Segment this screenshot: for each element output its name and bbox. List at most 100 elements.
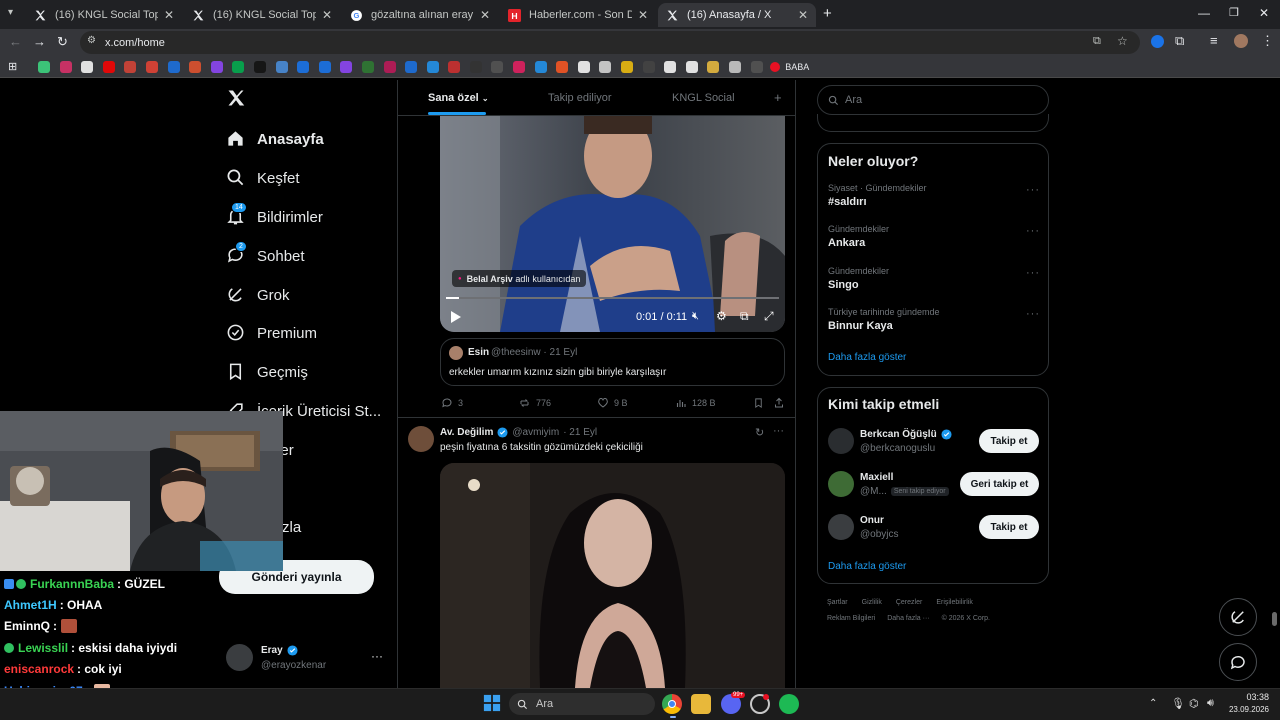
site-info-icon[interactable]: ⚙ — [87, 35, 96, 46]
fullscreen-icon[interactable]: ⤢ — [764, 309, 774, 324]
close-icon[interactable]: ✕ — [798, 8, 808, 22]
more-options-icon[interactable]: ··· — [1026, 267, 1040, 279]
repost-button[interactable]: 776 — [518, 397, 551, 409]
bookmark-favicon-icon[interactable] — [642, 60, 655, 73]
forward-icon[interactable]: → — [33, 34, 46, 49]
microphone-icon[interactable]: 🎙︎ — [1171, 697, 1185, 710]
minimize-icon[interactable]: — — [1198, 6, 1210, 20]
avatar[interactable] — [828, 471, 854, 497]
bookmark-favicon-icon[interactable] — [167, 60, 180, 73]
author-name[interactable]: Av. Değilim — [440, 427, 493, 438]
reload-icon[interactable]: ↻ — [57, 34, 68, 50]
bookmark-favicon-icon[interactable] — [426, 60, 439, 73]
bookmark-favicon-icon[interactable] — [189, 60, 202, 73]
play-icon[interactable] — [451, 311, 461, 323]
chrome-icon[interactable] — [662, 694, 682, 714]
bookmark-favicon-icon[interactable] — [685, 60, 698, 73]
clock-date[interactable]: 23.09.2026 — [1222, 705, 1269, 714]
tweet-media-image[interactable] — [440, 463, 785, 688]
quoted-tweet[interactable]: Esin @theesinw · 21 Eyl erkekler umarım … — [440, 338, 785, 386]
more-options-icon[interactable]: ··· — [773, 425, 784, 437]
bookmark-button[interactable] — [753, 397, 769, 409]
star-icon[interactable]: ☆ — [1117, 34, 1128, 48]
sidebar-item-chat[interactable]: Sohbet 2 — [226, 241, 305, 266]
footer-link[interactable]: Reklam Bilgileri — [827, 615, 875, 622]
bookmark-favicon-icon[interactable] — [297, 60, 310, 73]
extension-icon[interactable] — [1151, 35, 1164, 48]
network-icon[interactable]: ⌬ — [1189, 697, 1199, 710]
clock-time[interactable]: 03:38 — [1229, 692, 1269, 702]
show-more-trends-link[interactable]: Daha fazla göster — [828, 352, 906, 363]
avatar[interactable] — [828, 514, 854, 540]
spotify-icon[interactable] — [779, 694, 799, 714]
tab-following[interactable]: Takip ediliyor — [548, 92, 612, 104]
sidebar-item-grok[interactable]: Grok — [226, 285, 290, 305]
sidebar-item-premium[interactable]: Premium — [226, 323, 317, 343]
bookmark-favicon-icon[interactable] — [556, 60, 569, 73]
restore-icon[interactable]: ❐ — [1229, 6, 1239, 19]
tab-search-icon[interactable]: ▾ — [8, 7, 13, 18]
bookmark-favicon-icon[interactable] — [491, 60, 504, 73]
reply-button[interactable]: 3 — [441, 397, 463, 409]
bookmark-favicon-icon[interactable] — [232, 60, 245, 73]
tray-chevron-up-icon[interactable]: ⌃ — [1149, 698, 1157, 709]
avatar[interactable] — [828, 428, 854, 454]
bookmark-favicon-icon[interactable] — [145, 60, 158, 73]
file-explorer-icon[interactable] — [691, 694, 711, 714]
browser-tab[interactable]: (16) KNGL Social Topluluk / X ✕ — [26, 3, 182, 27]
bookmark-favicon-icon[interactable] — [124, 60, 137, 73]
sidebar-item-home[interactable]: Anasayfa — [226, 129, 324, 149]
bookmark-favicon-icon[interactable] — [577, 60, 590, 73]
bookmark-favicon-icon[interactable] — [361, 60, 374, 73]
messages-float-button[interactable] — [1219, 643, 1257, 681]
browser-tab[interactable]: H Haberler.com - Son Dakika Hab ✕ — [500, 3, 656, 27]
back-icon[interactable]: ← — [9, 34, 22, 49]
bookmark-favicon-icon[interactable] — [102, 60, 115, 73]
apps-grid-icon[interactable]: ⊞ — [8, 61, 20, 73]
address-bar[interactable]: ⚙ x.com/home ⧉ ☆ — [80, 31, 1140, 54]
author-handle[interactable]: @avmiyim — [512, 427, 559, 438]
grok-float-button[interactable] — [1219, 598, 1257, 636]
bookmark-favicon-icon[interactable] — [405, 60, 418, 73]
bookmark-favicon-icon[interactable] — [383, 60, 396, 73]
mute-icon[interactable]: 🔇︎ — [692, 310, 699, 323]
follow-button[interactable]: Takip et — [979, 429, 1039, 453]
follow-name[interactable]: Maxiell — [860, 472, 893, 483]
bookmark-favicon-icon[interactable] — [318, 60, 331, 73]
footer-link[interactable]: Şartlar — [827, 599, 848, 606]
bookmark-favicon-icon[interactable] — [513, 60, 526, 73]
settings-gear-icon[interactable]: ⚙ — [716, 309, 727, 323]
more-options-icon[interactable]: ··· — [1026, 308, 1040, 320]
close-icon[interactable]: ✕ — [164, 8, 174, 22]
more-options-icon[interactable]: ··· — [371, 649, 383, 663]
show-more-follow-link[interactable]: Daha fazla göster — [828, 561, 906, 572]
avatar[interactable] — [408, 426, 434, 452]
browser-tab[interactable]: (16) KNGL Social Topluluk / X ✕ — [184, 3, 340, 27]
share-button[interactable] — [773, 397, 790, 409]
search-box[interactable]: Ara — [817, 85, 1049, 115]
bookmark-favicon-icon[interactable] — [664, 60, 677, 73]
close-icon[interactable]: ✕ — [322, 8, 332, 22]
add-tab-icon[interactable]: + — [774, 90, 782, 105]
close-icon[interactable]: ✕ — [480, 8, 490, 22]
bookmark-favicon-icon[interactable] — [81, 60, 94, 73]
tab-for-you[interactable]: Sana özel ⌄ — [428, 92, 489, 104]
video-player[interactable]: ● Belal Arşiv adlı kullanıcıdan 0:01 / 0… — [440, 116, 785, 332]
more-options-icon[interactable]: ··· — [1026, 184, 1040, 196]
bookmark-favicon-icon[interactable] — [599, 60, 612, 73]
browser-tab[interactable]: G gözaltına alınan eray can özken ✕ — [342, 3, 498, 27]
like-button[interactable]: 9 B — [597, 397, 628, 409]
volume-icon[interactable]: 🔊︎ — [1207, 697, 1214, 710]
window-close-icon[interactable]: ✕ — [1259, 6, 1269, 20]
windows-start-icon[interactable] — [483, 694, 503, 714]
follow-name[interactable]: Berkcan Öğüşlü — [860, 429, 952, 440]
footer-link[interactable]: Daha fazla ··· — [887, 615, 929, 622]
sidebar-item-bell[interactable]: Bildirimler 14 — [226, 202, 323, 227]
install-app-icon[interactable]: ⧉ — [1093, 35, 1101, 48]
bookmark-favicon-icon[interactable] — [750, 60, 763, 73]
bookmark-favicon-icon[interactable] — [38, 60, 50, 73]
bookmark-favicon-icon[interactable] — [621, 60, 634, 73]
media-control-icon[interactable]: ≡ — [1210, 33, 1218, 48]
bookmark-favicon-icon[interactable] — [59, 60, 72, 73]
extensions-puzzle-icon[interactable]: ⧉ — [1175, 33, 1184, 49]
